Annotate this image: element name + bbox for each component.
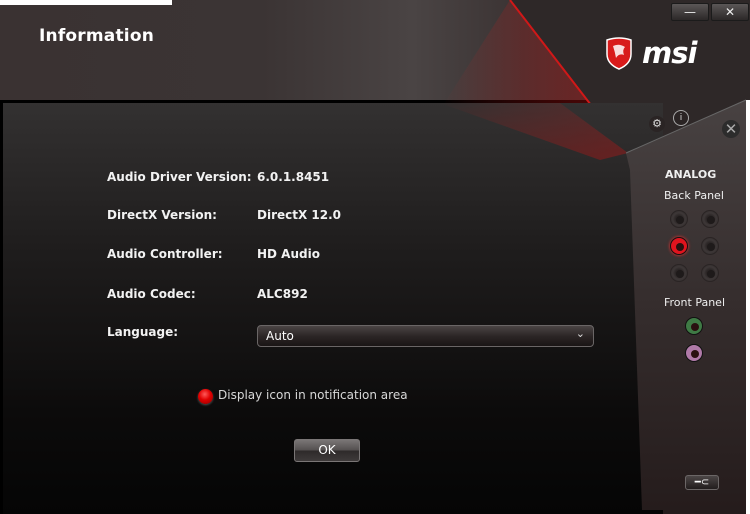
jack-socket-icon [707,243,715,251]
gear-icon: ⚙ [652,117,662,130]
front-panel-jack-1[interactable] [685,344,703,362]
wrench-icon: ━⊂ [694,477,710,488]
close-button[interactable]: ✕ [711,3,749,21]
brand-name: msi [642,36,697,70]
audio-controller-value: HD Audio [257,247,320,261]
settings-button[interactable]: ⚙ [649,116,665,132]
audio-codec-value: ALC892 [257,287,308,301]
jack-socket-icon [676,270,684,278]
audio-controller-label: Audio Controller: [107,247,223,261]
msi-logo: msi [604,36,697,70]
jack-socket-icon [691,350,699,358]
chevron-down-icon: ⌄ [575,327,585,340]
minimize-icon: — [684,5,696,19]
msi-dragon-shield-icon [606,37,632,70]
jack-socket-icon [691,323,699,331]
back-panel-jack-5[interactable] [701,264,719,282]
back-panel-jack-4[interactable] [670,264,688,282]
language-label: Language: [107,325,179,339]
minimize-button[interactable]: — [671,3,709,21]
directx-version-label: DirectX Version: [107,208,217,222]
window-right-edge [746,100,750,514]
panel-close-button[interactable]: ✕ [722,120,740,138]
notification-icon-label[interactable]: Display icon in notification area [218,388,408,402]
jack-socket-icon [707,270,715,278]
language-selected-value: Auto [266,329,294,343]
back-panel-jack-2[interactable] [670,237,688,255]
driver-version-value: 6.0.1.8451 [257,170,330,184]
info-icon: ⅰ [679,113,683,123]
directx-version-value: DirectX 12.0 [257,208,342,222]
back-panel-jack-3[interactable] [701,237,719,255]
ok-button[interactable]: OK [294,439,360,462]
device-settings-button[interactable]: ━⊂ [685,475,719,490]
msi-audio-window: Information — ✕ msi ⚙ ⅰ ✕ Audio Driver V… [0,0,750,514]
page-title: Information [39,26,155,46]
back-panel-jack-1[interactable] [701,210,719,228]
jack-socket-icon [676,243,684,251]
front-panel-label: Front Panel [664,296,725,309]
notification-icon-toggle[interactable] [198,389,213,404]
driver-version-label: Audio Driver Version: [107,170,252,184]
analog-heading: ANALOG [665,168,717,181]
back-panel-label: Back Panel [664,189,724,202]
close-icon: ✕ [724,5,736,19]
audio-codec-label: Audio Codec: [107,287,196,301]
back-panel-jack-0[interactable] [670,210,688,228]
info-button[interactable]: ⅰ [673,110,689,126]
jack-socket-icon [707,216,715,224]
close-icon: ✕ [724,120,738,138]
language-select[interactable]: Auto ⌄ [257,325,594,347]
front-panel-jack-0[interactable] [685,317,703,335]
jack-socket-icon [676,216,684,224]
